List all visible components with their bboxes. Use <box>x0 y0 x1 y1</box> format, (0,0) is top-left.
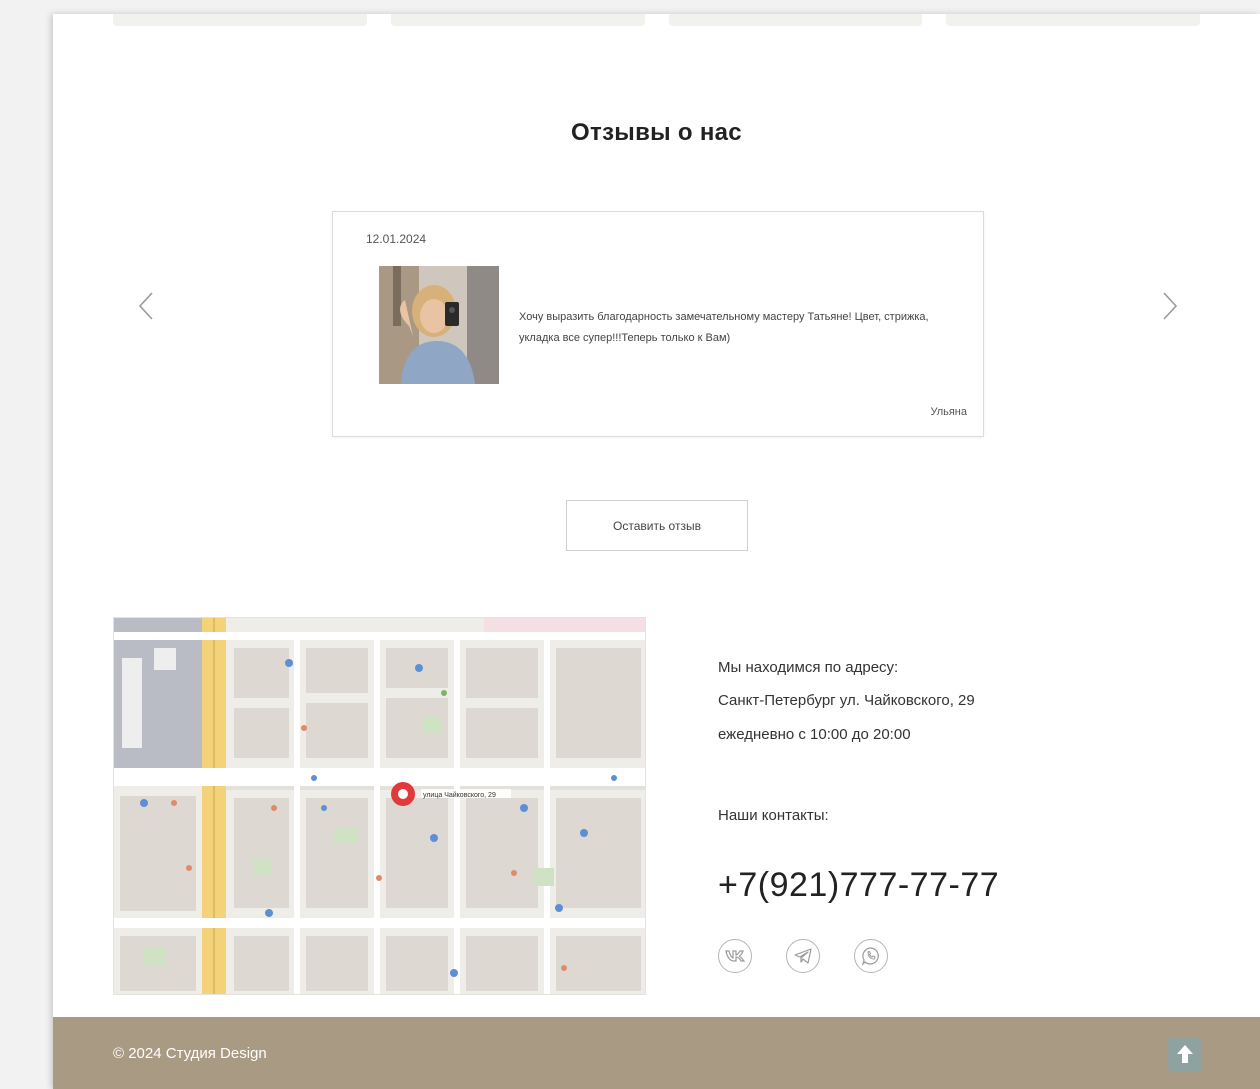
review-date: 12.01.2024 <box>366 232 427 246</box>
chevron-left-icon <box>138 292 153 320</box>
review-text: Хочу выразить благодарность замечательно… <box>519 311 929 344</box>
telegram-icon <box>794 948 812 964</box>
whatsapp-icon <box>861 947 879 966</box>
prev-review-button[interactable] <box>129 289 163 323</box>
scroll-to-top-button[interactable] <box>1168 1037 1202 1071</box>
chevron-right-icon <box>1163 292 1178 320</box>
address-label: Мы находимся по адресу: <box>718 659 899 676</box>
next-review-button[interactable] <box>1153 289 1187 323</box>
social-links <box>718 939 888 973</box>
map-marker-label: улица Чайковского, 29 <box>423 791 496 799</box>
arrow-up-icon <box>1177 1045 1193 1063</box>
page: Отзывы о нас 12.01.2024 Хочу выразить бл… <box>53 14 1260 1089</box>
vk-icon <box>725 950 745 962</box>
telegram-button[interactable] <box>786 939 820 973</box>
contacts-label: Наши контакты: <box>718 807 829 824</box>
working-hours: ежедневно с 10:00 до 20:00 <box>718 726 911 743</box>
vk-button[interactable] <box>718 939 752 973</box>
footer: © 2024 Студия Design <box>53 1017 1260 1089</box>
address-value: Санкт-Петербург ул. Чайковского, 29 <box>718 692 975 709</box>
phone-number[interactable]: +7(921)777-77-77 <box>718 866 999 905</box>
reviews-title: Отзывы о нас <box>571 119 742 146</box>
leave-review-button[interactable]: Оставить отзыв <box>566 500 748 551</box>
map[interactable]: улица Чайковского, 29 <box>113 617 646 995</box>
reviewer-photo <box>379 266 499 384</box>
copyright: © 2024 Студия Design <box>113 1045 267 1062</box>
review-card: 12.01.2024 Хочу выразить благодарность з… <box>332 211 984 437</box>
whatsapp-button[interactable] <box>854 939 888 973</box>
review-author: Ульяна <box>930 406 967 418</box>
top-strips <box>113 14 1200 26</box>
